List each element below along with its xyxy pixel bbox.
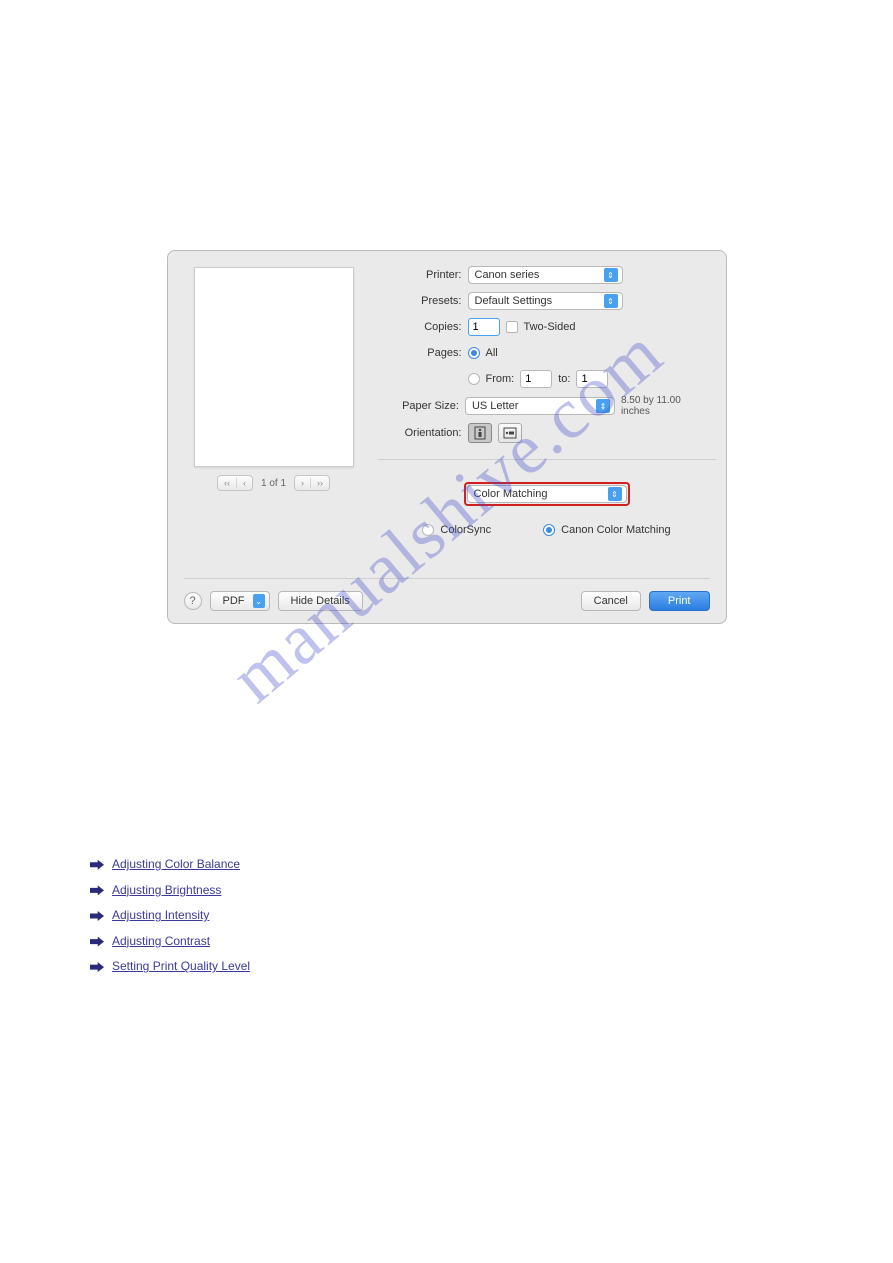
pages-all-radio[interactable] (468, 347, 480, 359)
arrow-right-icon (90, 937, 104, 947)
pages-label: Pages: (384, 347, 462, 359)
related-links-section: Adjusting Color Balance Adjusting Bright… (60, 854, 833, 978)
dropdown-caret-icon (604, 268, 618, 282)
copies-input[interactable] (468, 318, 500, 336)
pages-all-label: All (486, 347, 498, 359)
print-dialog: ‹‹ ‹ 1 of 1 › ›› Printer: Canon serie (167, 250, 727, 624)
copies-label: Copies: (384, 321, 462, 333)
cancel-button[interactable]: Cancel (581, 591, 641, 611)
print-options-section-select[interactable]: Color Matching (467, 485, 627, 503)
next-page-icon[interactable]: › (295, 478, 311, 488)
pages-range-radio[interactable] (468, 373, 480, 385)
portrait-icon (474, 426, 486, 440)
arrow-right-icon (90, 962, 104, 972)
printer-select[interactable]: Canon series (468, 266, 623, 284)
orientation-portrait-button[interactable] (468, 423, 492, 443)
two-sided-label: Two-Sided (524, 321, 576, 333)
arrow-right-icon (90, 911, 104, 921)
arrow-right-icon (90, 885, 104, 895)
dropdown-caret-icon (604, 294, 618, 308)
hide-details-button[interactable]: Hide Details (278, 591, 363, 611)
preview-next-buttons[interactable]: › ›› (294, 475, 330, 491)
related-link[interactable]: Setting Print Quality Level (112, 956, 250, 978)
presets-label: Presets: (384, 295, 462, 307)
first-page-icon[interactable]: ‹‹ (218, 478, 237, 488)
pdf-dropdown-button[interactable]: PDF (210, 591, 270, 611)
pages-from-input[interactable] (520, 370, 552, 388)
list-item: Adjusting Intensity (90, 905, 803, 927)
presets-select[interactable]: Default Settings (468, 292, 623, 310)
pages-to-label: to: (558, 373, 570, 385)
print-preview-page (194, 267, 354, 467)
section-select-value: Color Matching (474, 488, 548, 500)
paper-size-label: Paper Size: (384, 400, 459, 412)
presets-value: Default Settings (475, 295, 553, 307)
two-sided-checkbox[interactable] (506, 321, 518, 333)
pages-to-input[interactable] (576, 370, 608, 388)
canon-color-matching-radio[interactable] (543, 524, 555, 536)
cancel-label: Cancel (594, 595, 628, 607)
list-item: Setting Print Quality Level (90, 956, 803, 978)
preview-page-indicator: 1 of 1 (261, 478, 286, 489)
hide-details-label: Hide Details (291, 595, 350, 607)
arrow-right-icon (90, 860, 104, 870)
paper-size-value: US Letter (472, 400, 518, 412)
paper-dimensions: 8.50 by 11.00 inches (621, 395, 710, 417)
doc-context-text (60, 40, 833, 250)
orientation-label: Orientation: (384, 427, 462, 439)
divider (378, 459, 716, 460)
list-item: Adjusting Contrast (90, 931, 803, 953)
related-link[interactable]: Adjusting Intensity (112, 905, 209, 927)
canon-color-matching-label: Canon Color Matching (561, 524, 670, 536)
printer-value: Canon series (475, 269, 540, 281)
print-button[interactable]: Print (649, 591, 710, 611)
last-page-icon[interactable]: ›› (311, 478, 329, 488)
related-link[interactable]: Adjusting Contrast (112, 931, 210, 953)
preview-prev-buttons[interactable]: ‹‹ ‹ (217, 475, 253, 491)
list-item: Adjusting Brightness (90, 880, 803, 902)
help-button[interactable]: ? (184, 592, 202, 610)
pages-from-label: From: (486, 373, 515, 385)
pdf-label: PDF (223, 595, 245, 607)
colorsync-radio[interactable] (422, 524, 434, 536)
landscape-icon (503, 427, 517, 439)
paper-size-select[interactable]: US Letter (465, 397, 615, 415)
printer-label: Printer: (384, 269, 462, 281)
list-item: Adjusting Color Balance (90, 854, 803, 876)
dropdown-caret-icon (608, 487, 622, 501)
orientation-landscape-button[interactable] (498, 423, 522, 443)
highlighted-section-select: Color Matching (464, 482, 630, 506)
print-label: Print (668, 595, 691, 607)
dropdown-caret-icon (596, 399, 610, 413)
help-icon: ? (189, 595, 195, 607)
related-link[interactable]: Adjusting Color Balance (112, 854, 240, 876)
colorsync-label: ColorSync (440, 524, 491, 536)
prev-page-icon[interactable]: ‹ (237, 478, 252, 488)
related-links-list: Adjusting Color Balance Adjusting Bright… (90, 854, 803, 978)
related-link[interactable]: Adjusting Brightness (112, 880, 221, 902)
chevron-down-icon (253, 594, 265, 608)
